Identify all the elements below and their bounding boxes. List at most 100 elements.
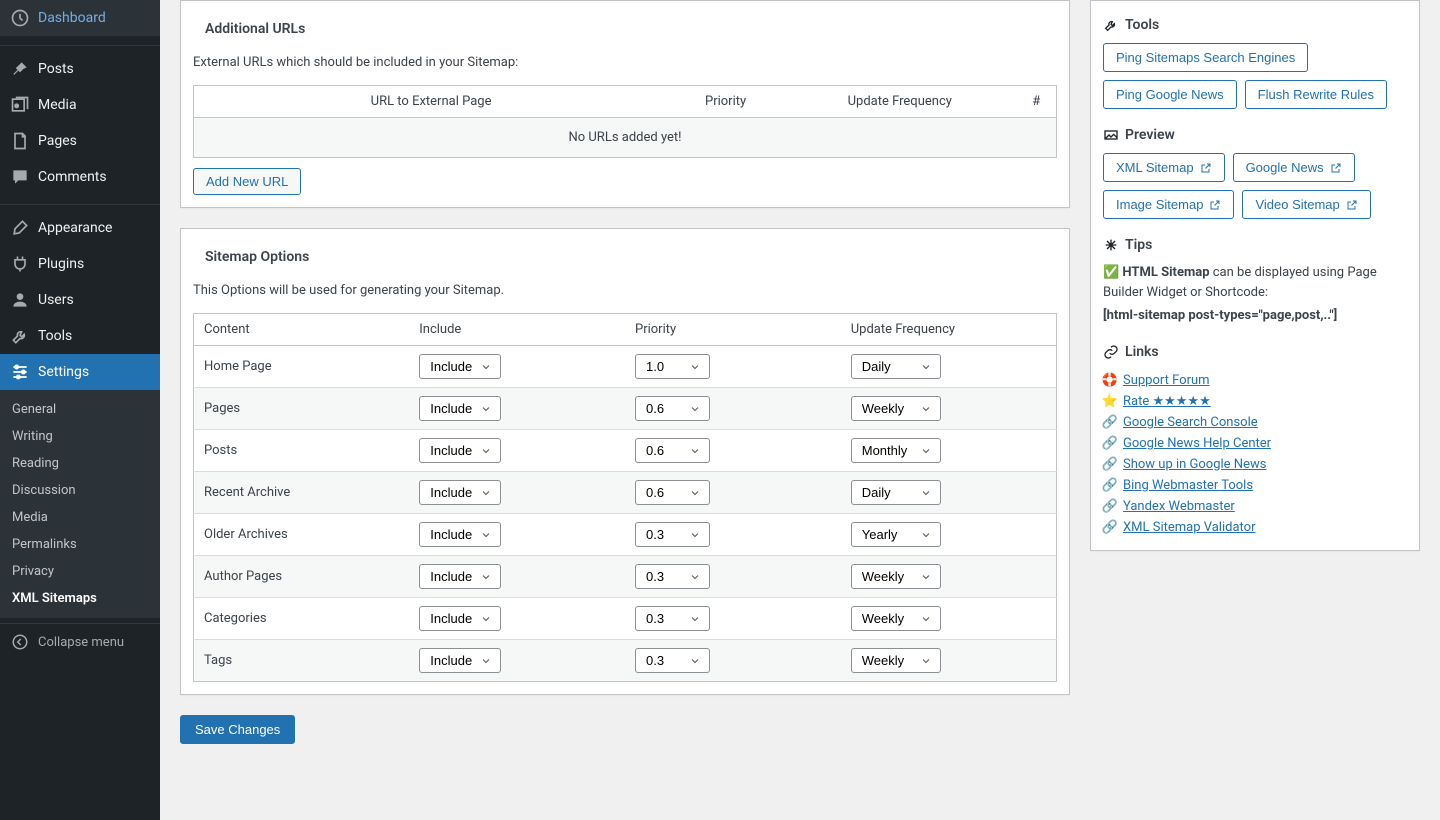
- xml-sitemap-button[interactable]: XML Sitemap: [1103, 153, 1225, 182]
- priority-select[interactable]: 0.3: [635, 522, 710, 547]
- additional-urls-table: URL to External Page Priority Update Fre…: [193, 85, 1057, 158]
- submenu-reading[interactable]: Reading: [0, 450, 160, 477]
- page-icon: [10, 131, 30, 151]
- yandex-link[interactable]: Yandex Webmaster: [1123, 499, 1235, 514]
- content-cell: Categories: [194, 598, 410, 640]
- priority-select[interactable]: 1.0: [635, 354, 710, 379]
- priority-select[interactable]: 0.6: [635, 396, 710, 421]
- side-panel: Tools Ping Sitemaps Search Engines Ping …: [1090, 0, 1420, 551]
- tools-title: Tools: [1125, 17, 1159, 33]
- submenu-media[interactable]: Media: [0, 504, 160, 531]
- freq-select[interactable]: Weekly: [851, 648, 941, 673]
- content-cell: Pages: [194, 388, 410, 430]
- links-title: Links: [1125, 344, 1159, 360]
- collapse-label: Collapse menu: [38, 635, 124, 650]
- add-new-url-button[interactable]: Add New URL: [193, 168, 301, 195]
- include-select[interactable]: Include: [419, 438, 501, 463]
- menu-tools[interactable]: Tools: [0, 318, 160, 354]
- menu-settings[interactable]: Settings: [0, 354, 160, 390]
- freq-select[interactable]: Daily: [851, 354, 941, 379]
- priority-select[interactable]: 0.6: [635, 480, 710, 505]
- tips-heading: Tips: [1103, 237, 1407, 253]
- external-icon: [1209, 199, 1221, 211]
- menu-comments[interactable]: Comments: [0, 159, 160, 195]
- preview-title: Preview: [1125, 127, 1175, 143]
- menu-users-label: Users: [38, 292, 74, 308]
- include-select[interactable]: Include: [419, 522, 501, 547]
- include-select[interactable]: Include: [419, 564, 501, 589]
- save-changes-button[interactable]: Save Changes: [180, 715, 295, 744]
- chain-icon: 🔗: [1103, 457, 1117, 471]
- wrench-icon: [1103, 17, 1119, 33]
- submenu-general[interactable]: General: [0, 396, 160, 423]
- priority-select[interactable]: 0.6: [635, 438, 710, 463]
- sitemap-options-panel: Sitemap Options This Options will be use…: [180, 228, 1070, 695]
- showup-link[interactable]: Show up in Google News: [1123, 457, 1266, 472]
- include-select[interactable]: Include: [419, 606, 501, 631]
- submenu-discussion[interactable]: Discussion: [0, 477, 160, 504]
- submenu-writing[interactable]: Writing: [0, 423, 160, 450]
- gsc-link[interactable]: Google Search Console: [1123, 415, 1258, 430]
- asterisk-icon: [1103, 237, 1119, 253]
- priority-select[interactable]: 0.3: [635, 606, 710, 631]
- support-forum-link[interactable]: Support Forum: [1123, 373, 1210, 388]
- additional-urls-panel: Additional URLs External URLs which shou…: [180, 0, 1070, 208]
- freq-select[interactable]: Monthly: [851, 438, 941, 463]
- menu-posts[interactable]: Posts: [0, 51, 160, 87]
- menu-dashboard[interactable]: Dashboard: [0, 0, 160, 36]
- include-select[interactable]: Include: [419, 354, 501, 379]
- table-row: Home PageInclude1.0Daily: [194, 346, 1057, 388]
- freq-select[interactable]: Weekly: [851, 564, 941, 589]
- additional-urls-title: Additional URLs: [193, 13, 1057, 45]
- col-include: Include: [409, 314, 625, 346]
- menu-media[interactable]: Media: [0, 87, 160, 123]
- submenu-permalinks[interactable]: Permalinks: [0, 531, 160, 558]
- chain-icon: 🔗: [1103, 415, 1117, 429]
- include-select[interactable]: Include: [419, 480, 501, 505]
- menu-dashboard-label: Dashboard: [38, 10, 106, 26]
- submenu-privacy[interactable]: Privacy: [0, 558, 160, 585]
- freq-select[interactable]: Weekly: [851, 396, 941, 421]
- gnhc-link[interactable]: Google News Help Center: [1123, 436, 1271, 451]
- priority-select[interactable]: 0.3: [635, 564, 710, 589]
- menu-appearance[interactable]: Appearance: [0, 210, 160, 246]
- content-cell: Older Archives: [194, 514, 410, 556]
- collapse-menu[interactable]: Collapse menu: [0, 623, 160, 660]
- media-icon: [10, 95, 30, 115]
- rate-link[interactable]: Rate ★★★★★: [1123, 394, 1211, 409]
- include-select[interactable]: Include: [419, 648, 501, 673]
- ping-search-button[interactable]: Ping Sitemaps Search Engines: [1103, 43, 1308, 72]
- submenu-xml-sitemaps[interactable]: XML Sitemaps: [0, 585, 160, 612]
- star-icon: ⭐: [1103, 394, 1117, 408]
- ping-news-button[interactable]: Ping Google News: [1103, 80, 1237, 109]
- plug-icon: [10, 254, 30, 274]
- freq-select[interactable]: Daily: [851, 480, 941, 505]
- priority-select[interactable]: 0.3: [635, 648, 710, 673]
- video-sitemap-button[interactable]: Video Sitemap: [1242, 190, 1370, 219]
- content-cell: Posts: [194, 430, 410, 472]
- menu-posts-label: Posts: [38, 61, 74, 77]
- menu-pages[interactable]: Pages: [0, 123, 160, 159]
- bing-link[interactable]: Bing Webmaster Tools: [1123, 478, 1253, 493]
- freq-select[interactable]: Yearly: [851, 522, 941, 547]
- col-freq2: Update Frequency: [841, 314, 1057, 346]
- content-cell: Tags: [194, 640, 410, 682]
- col-priority: Priority: [668, 86, 783, 118]
- table-row: Categories Include 0.3 Weekly: [194, 598, 1057, 640]
- menu-plugins[interactable]: Plugins: [0, 246, 160, 282]
- chain-icon: 🔗: [1103, 499, 1117, 513]
- empty-message: No URLs added yet!: [194, 118, 1057, 158]
- flush-rules-button[interactable]: Flush Rewrite Rules: [1245, 80, 1387, 109]
- external-icon: [1200, 162, 1212, 174]
- menu-appearance-label: Appearance: [38, 220, 112, 236]
- chain-icon: 🔗: [1103, 436, 1117, 450]
- table-row: Posts Include 0.6 Monthly: [194, 430, 1057, 472]
- google-news-button[interactable]: Google News: [1233, 153, 1355, 182]
- validator-link[interactable]: XML Sitemap Validator: [1123, 520, 1255, 535]
- freq-select[interactable]: Weekly: [851, 606, 941, 631]
- col-hash: #: [1017, 86, 1057, 118]
- menu-users[interactable]: Users: [0, 282, 160, 318]
- include-select[interactable]: Include: [419, 396, 501, 421]
- image-sitemap-button[interactable]: Image Sitemap: [1103, 190, 1234, 219]
- chain-icon: 🔗: [1103, 520, 1117, 534]
